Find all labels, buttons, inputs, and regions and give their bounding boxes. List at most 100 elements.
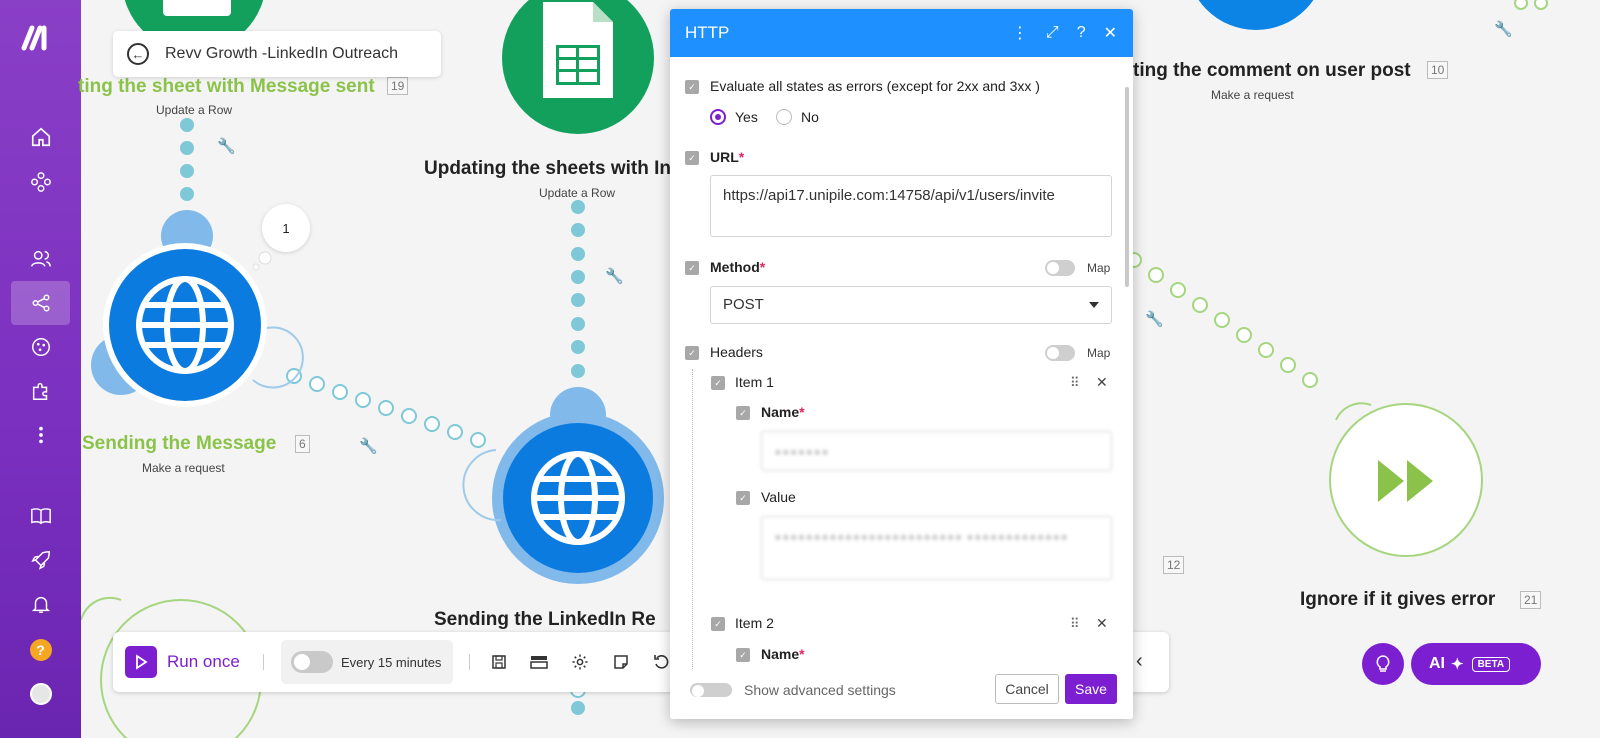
- apps-puzzle-icon[interactable]: [11, 369, 70, 413]
- close-icon[interactable]: ✕: [1104, 23, 1117, 43]
- lightbulb-icon[interactable]: [1362, 643, 1404, 685]
- header-name-input[interactable]: ●●●●●●●: [761, 431, 1112, 471]
- collapse-checkbox-icon[interactable]: ✓: [685, 261, 699, 275]
- item-2-label: Item 2: [735, 615, 774, 631]
- scrollbar[interactable]: [1125, 87, 1129, 287]
- divider: [469, 654, 470, 670]
- method-select[interactable]: POST: [710, 286, 1112, 324]
- headers-label: Headers: [710, 344, 763, 360]
- make-logo-icon[interactable]: [20, 24, 60, 52]
- run-once-label[interactable]: Run once: [167, 652, 240, 672]
- collapse-checkbox-icon[interactable]: ✓: [685, 151, 699, 165]
- wrench-icon[interactable]: 🔧: [1494, 20, 1513, 38]
- node-id-10: 10: [1427, 61, 1449, 79]
- drag-handle-icon[interactable]: ⠿: [1070, 616, 1079, 632]
- save-icon[interactable]: [489, 652, 509, 672]
- run-once-button[interactable]: [125, 646, 157, 678]
- connections-icon[interactable]: [11, 160, 70, 204]
- help-icon-label: ?: [29, 639, 52, 661]
- cancel-button[interactable]: Cancel: [995, 674, 1059, 704]
- undo-icon[interactable]: [651, 652, 671, 672]
- headers-map-toggle[interactable]: Map: [1045, 345, 1110, 361]
- advanced-label: Show advanced settings: [744, 682, 896, 698]
- drag-handle-icon[interactable]: ⠿: [1070, 375, 1079, 391]
- evaluate-errors-label: Evaluate all states as errors (except fo…: [710, 78, 1040, 94]
- name-label: Name*: [761, 404, 805, 420]
- item-1-label: Item 1: [735, 374, 774, 390]
- node-title-19[interactable]: ting the sheet with Message sent: [78, 76, 375, 98]
- back-arrow-icon[interactable]: ←: [127, 43, 149, 65]
- notifications-bell-icon[interactable]: [11, 582, 70, 626]
- beta-badge: BETA: [1471, 656, 1511, 672]
- schedule-toggle[interactable]: [291, 651, 333, 673]
- remove-item-icon[interactable]: ✕: [1096, 374, 1108, 391]
- divider: [263, 654, 264, 670]
- node-title-sheets[interactable]: Updating the sheets with Inv: [424, 158, 682, 180]
- play-icon: [136, 654, 148, 670]
- wrench-icon[interactable]: 🔧: [1145, 310, 1164, 328]
- sidebar: ?: [0, 0, 81, 738]
- team-icon[interactable]: [11, 237, 70, 281]
- rocket-icon[interactable]: [11, 538, 70, 582]
- url-input[interactable]: https://api17.unipile.com:14758/api/v1/u…: [710, 175, 1112, 237]
- advanced-switch[interactable]: [690, 683, 732, 697]
- required-mark: *: [799, 646, 805, 662]
- help-question-icon[interactable]: ?: [1077, 24, 1086, 42]
- templates-icon[interactable]: [11, 325, 70, 369]
- yes-radio[interactable]: [710, 109, 726, 125]
- notes-icon[interactable]: [611, 652, 631, 672]
- operations-count-bubble[interactable]: 1: [262, 204, 310, 252]
- more-dots-icon[interactable]: [11, 413, 70, 457]
- collapse-checkbox-icon[interactable]: ✓: [736, 648, 750, 662]
- node-sub-6: Make a request: [142, 461, 225, 475]
- method-map-toggle[interactable]: Map: [1045, 260, 1110, 276]
- node-id-21: 21: [1520, 591, 1542, 609]
- settings-gear-icon[interactable]: [570, 652, 590, 672]
- scenarios-share-icon[interactable]: [11, 281, 70, 325]
- yes-label[interactable]: Yes: [735, 109, 758, 125]
- avatar[interactable]: [11, 672, 70, 716]
- scenario-title[interactable]: Revv Growth -LinkedIn Outreach: [165, 45, 398, 63]
- panel-footer: Show advanced settings Cancel Save: [670, 669, 1133, 719]
- help-icon[interactable]: ?: [11, 628, 70, 672]
- method-label: Method*: [710, 259, 765, 275]
- ai-assistant-button[interactable]: AI ✦ BETA: [1411, 643, 1541, 685]
- breadcrumb: ← Revv Growth -LinkedIn Outreach: [113, 31, 441, 77]
- wrench-icon[interactable]: 🔧: [605, 267, 624, 285]
- node-sub-10: Make a request: [1211, 88, 1294, 102]
- save-button[interactable]: Save: [1065, 674, 1117, 704]
- wrench-icon[interactable]: 🔧: [217, 137, 236, 155]
- docs-book-icon[interactable]: [11, 494, 70, 538]
- map-switch[interactable]: [1045, 260, 1075, 276]
- panel-body[interactable]: ✓ Evaluate all states as errors (except …: [670, 57, 1133, 669]
- schedule-control[interactable]: Every 15 minutes: [281, 640, 453, 684]
- expand-icon[interactable]: ⤢: [1046, 24, 1059, 42]
- explain-flow-icon[interactable]: [529, 652, 549, 672]
- header-value-input[interactable]: ●●●●●●●●●●●●●●●●●●●●●●●● ●●●●●●●●●●●●●: [761, 516, 1112, 580]
- chevron-left-icon[interactable]: ‹: [1136, 650, 1143, 673]
- no-label[interactable]: No: [801, 109, 819, 125]
- remove-item-icon[interactable]: ✕: [1096, 615, 1108, 632]
- node-title-10[interactable]: ting the comment on user post: [1133, 60, 1411, 82]
- advanced-settings-toggle[interactable]: Show advanced settings: [690, 682, 896, 698]
- name-label-text: Name: [761, 404, 800, 420]
- node-title-linkedin[interactable]: Sending the LinkedIn Re: [434, 609, 656, 631]
- required-mark: *: [759, 259, 766, 275]
- name-label-text: Name: [761, 646, 800, 662]
- collapse-checkbox-icon[interactable]: ✓: [736, 406, 750, 420]
- map-label: Map: [1087, 261, 1111, 275]
- collapse-checkbox-icon[interactable]: ✓: [685, 80, 699, 94]
- map-switch[interactable]: [1045, 345, 1075, 361]
- collapse-checkbox-icon[interactable]: ✓: [736, 491, 750, 505]
- name-label: Name*: [761, 646, 805, 662]
- wrench-icon[interactable]: 🔧: [359, 437, 378, 455]
- node-title-21[interactable]: Ignore if it gives error: [1300, 589, 1495, 611]
- value-label: Value: [761, 489, 796, 505]
- node-title-6[interactable]: Sending the Message: [82, 433, 276, 455]
- kebab-menu-icon[interactable]: ⋮: [1012, 23, 1028, 43]
- home-icon[interactable]: [11, 115, 70, 159]
- collapse-checkbox-icon[interactable]: ✓: [685, 346, 699, 360]
- collapse-checkbox-icon[interactable]: ✓: [711, 376, 725, 390]
- collapse-checkbox-icon[interactable]: ✓: [711, 617, 725, 631]
- no-radio[interactable]: [776, 109, 792, 125]
